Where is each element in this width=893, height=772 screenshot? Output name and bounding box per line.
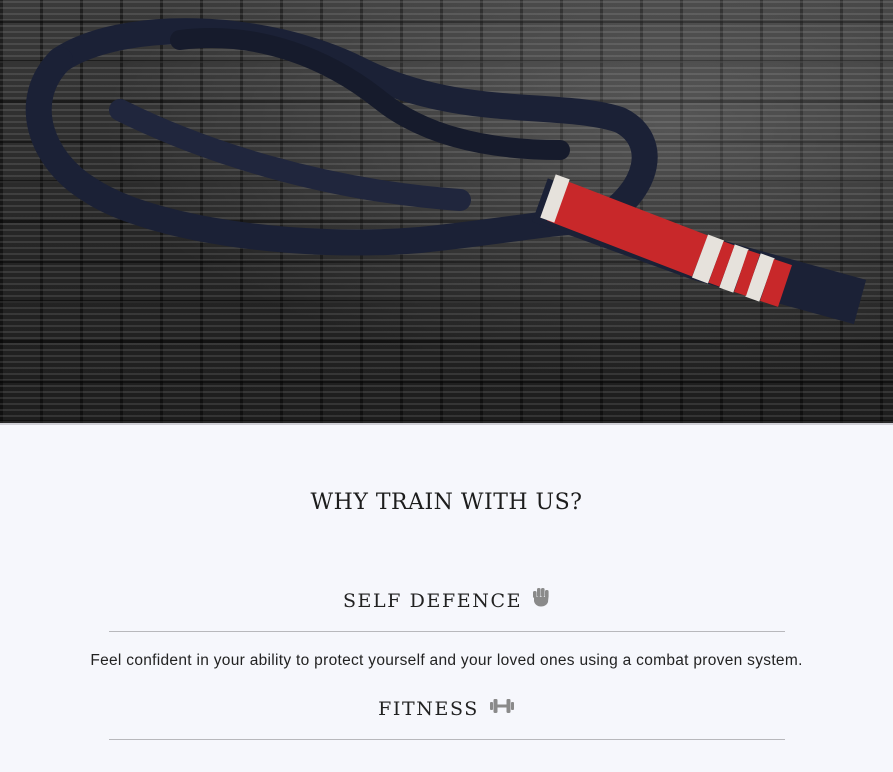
feature-title: FITNESS — [378, 698, 479, 720]
hero-image — [0, 0, 893, 423]
fist-icon — [532, 586, 550, 616]
feature-self-defence: SELF DEFENCE Feel confident in your abil… — [0, 586, 893, 672]
dumbbell-icon — [489, 694, 515, 724]
feature-fitness: FITNESS — [0, 694, 893, 740]
why-train-section: WHY TRAIN WITH US? SELF DEFENCE Feel con… — [0, 425, 893, 740]
section-title: WHY TRAIN WITH US? — [310, 490, 583, 515]
feature-title: SELF DEFENCE — [342, 590, 523, 612]
feature-divider — [108, 739, 785, 740]
feature-heading: FITNESS — [378, 694, 515, 724]
feature-heading: SELF DEFENCE — [343, 586, 550, 616]
feature-description: Feel confident in your ability to protec… — [90, 652, 803, 669]
belt-illustration — [25, 18, 867, 325]
